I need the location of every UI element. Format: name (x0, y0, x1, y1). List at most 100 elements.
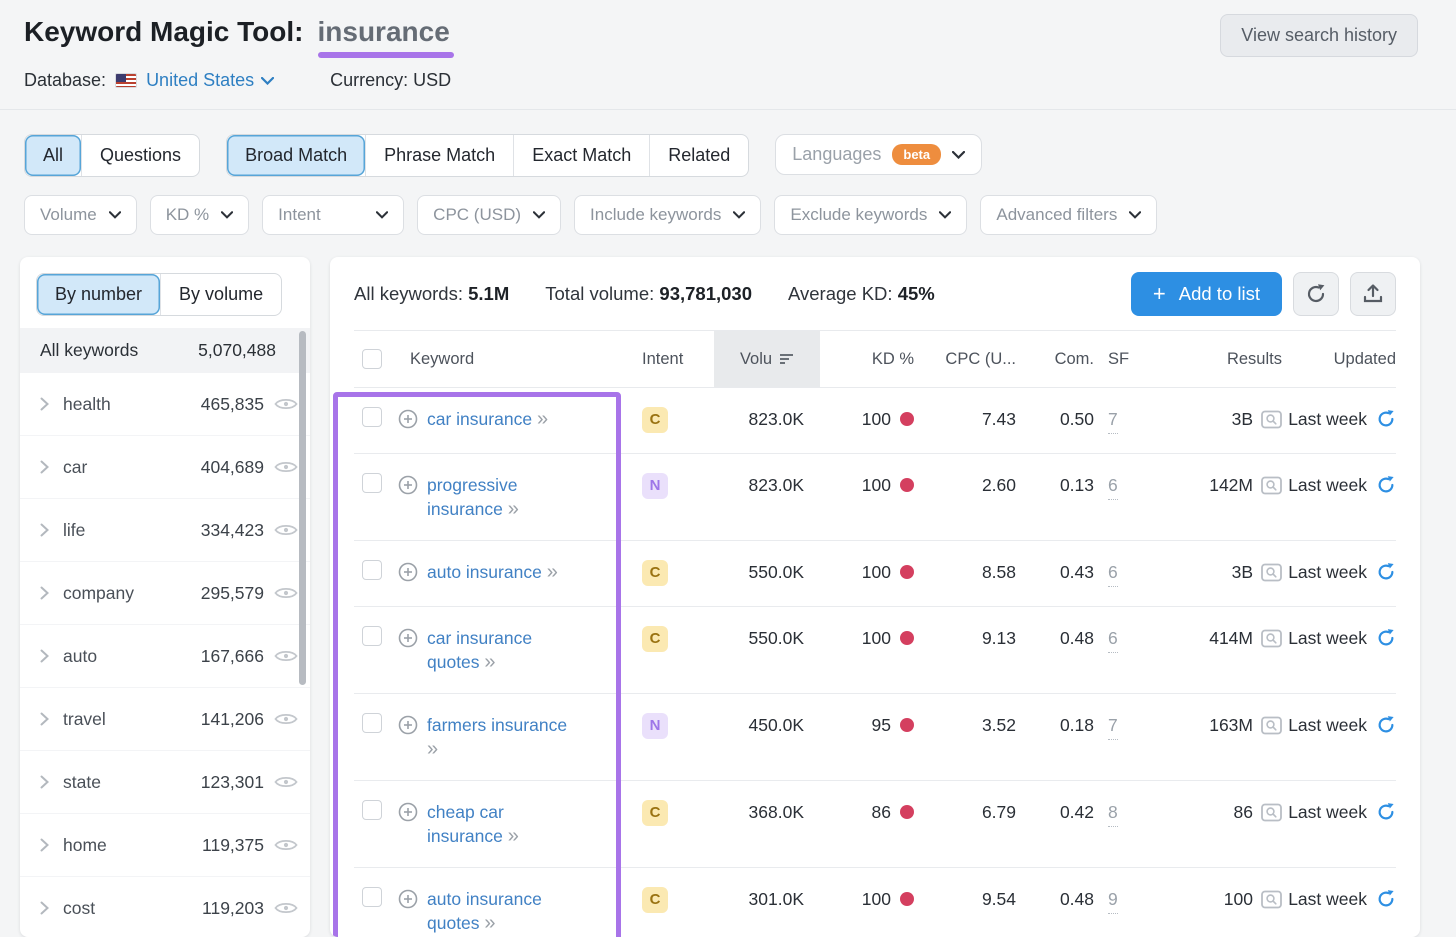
refresh-metrics-icon[interactable] (1376, 475, 1396, 495)
add-keyword-icon[interactable] (398, 409, 418, 431)
row-checkbox[interactable] (362, 800, 382, 820)
filter-cpc[interactable]: CPC (USD) (417, 195, 562, 235)
chevron-right-icon[interactable] (40, 460, 49, 474)
keyword-link[interactable]: progressive insurance (427, 475, 517, 519)
sidebar-item-life[interactable]: life 334,423 (20, 499, 310, 562)
sf-value[interactable]: 6 (1108, 626, 1118, 653)
serp-preview-icon[interactable] (1261, 716, 1282, 735)
refresh-metrics-icon[interactable] (1376, 562, 1396, 582)
chevron-right-icon[interactable] (40, 712, 49, 726)
expand-keyword-icon[interactable]: » (508, 825, 519, 847)
tab-questions[interactable]: Questions (81, 135, 199, 176)
col-volume-sorted[interactable]: Volu (714, 331, 820, 387)
expand-keyword-icon[interactable]: » (484, 912, 495, 934)
toggle-by-number[interactable]: By number (37, 274, 161, 315)
sidebar-item-state[interactable]: state 123,301 (20, 751, 310, 814)
database-selector[interactable]: United States (146, 70, 275, 91)
eye-icon[interactable] (274, 585, 298, 601)
add-keyword-icon[interactable] (398, 715, 418, 761)
add-keyword-icon[interactable] (398, 889, 418, 935)
row-checkbox[interactable] (362, 473, 382, 493)
chevron-right-icon[interactable] (40, 397, 49, 411)
add-keyword-icon[interactable] (398, 562, 418, 584)
chevron-right-icon[interactable] (40, 838, 49, 852)
tab-phrase-match[interactable]: Phrase Match (365, 135, 513, 176)
add-keyword-icon[interactable] (398, 628, 418, 674)
filter-intent[interactable]: Intent (262, 195, 405, 235)
chevron-right-icon[interactable] (40, 586, 49, 600)
eye-icon[interactable] (274, 522, 298, 538)
serp-preview-icon[interactable] (1261, 410, 1282, 429)
row-checkbox[interactable] (362, 626, 382, 646)
export-button[interactable] (1350, 272, 1396, 316)
sidebar-item-travel[interactable]: travel 141,206 (20, 688, 310, 751)
refresh-metrics-icon[interactable] (1376, 409, 1396, 429)
eye-icon[interactable] (274, 837, 298, 853)
chevron-right-icon[interactable] (40, 649, 49, 663)
eye-icon[interactable] (274, 774, 298, 790)
filter-advanced[interactable]: Advanced filters (980, 195, 1158, 235)
refresh-metrics-icon[interactable] (1376, 628, 1396, 648)
eye-icon[interactable] (274, 900, 298, 916)
sf-value[interactable]: 6 (1108, 560, 1118, 587)
sidebar-scrollbar[interactable] (299, 331, 306, 685)
eye-icon[interactable] (274, 396, 298, 412)
sidebar-item-company[interactable]: company 295,579 (20, 562, 310, 625)
col-results[interactable]: Results (1227, 350, 1282, 369)
tab-related[interactable]: Related (649, 135, 748, 176)
chevron-right-icon[interactable] (40, 523, 49, 537)
sf-value[interactable]: 8 (1108, 800, 1118, 827)
eye-icon[interactable] (274, 648, 298, 664)
col-updated[interactable]: Updated (1334, 350, 1396, 369)
view-search-history-button[interactable]: View search history (1220, 14, 1418, 57)
add-keyword-icon[interactable] (398, 475, 418, 521)
serp-preview-icon[interactable] (1261, 629, 1282, 648)
keyword-link[interactable]: car insurance quotes (427, 628, 532, 672)
chevron-right-icon[interactable] (40, 901, 49, 915)
eye-icon[interactable] (274, 459, 298, 475)
col-kd[interactable]: KD % (872, 350, 914, 369)
row-checkbox[interactable] (362, 713, 382, 733)
sidebar-item-auto[interactable]: auto 167,666 (20, 625, 310, 688)
filter-volume[interactable]: Volume (24, 195, 137, 235)
sidebar-item-all-keywords[interactable]: All keywords 5,070,488 (20, 328, 310, 373)
filter-include-keywords[interactable]: Include keywords (574, 195, 762, 235)
refresh-metrics-icon[interactable] (1376, 889, 1396, 909)
keyword-link[interactable]: farmers insurance (427, 715, 567, 735)
refresh-metrics-icon[interactable] (1376, 802, 1396, 822)
sf-value[interactable]: 7 (1108, 713, 1118, 740)
add-to-list-button[interactable]: + Add to list (1130, 272, 1282, 316)
sidebar-item-car[interactable]: car 404,689 (20, 436, 310, 499)
tab-all[interactable]: All (25, 135, 82, 176)
expand-keyword-icon[interactable]: » (508, 498, 519, 520)
expand-keyword-icon[interactable]: » (547, 561, 558, 583)
row-checkbox[interactable] (362, 887, 382, 907)
row-checkbox[interactable] (362, 407, 382, 427)
expand-keyword-icon[interactable]: » (537, 408, 548, 430)
serp-preview-icon[interactable] (1261, 476, 1282, 495)
col-cpc[interactable]: CPC (U... (945, 350, 1016, 369)
expand-keyword-icon[interactable]: » (484, 651, 495, 673)
select-all-checkbox[interactable] (362, 349, 382, 369)
serp-preview-icon[interactable] (1261, 803, 1282, 822)
col-sf[interactable]: SF (1108, 350, 1129, 369)
sidebar-item-cost[interactable]: cost 119,203 (20, 877, 310, 937)
sidebar-item-home[interactable]: home 119,375 (20, 814, 310, 877)
sf-value[interactable]: 6 (1108, 473, 1118, 500)
tab-broad-match[interactable]: Broad Match (227, 135, 366, 176)
filter-kd[interactable]: KD % (149, 195, 250, 235)
refresh-all-button[interactable] (1293, 272, 1339, 316)
expand-keyword-icon[interactable]: » (427, 738, 438, 760)
sf-value[interactable]: 7 (1108, 407, 1118, 434)
eye-icon[interactable] (274, 711, 298, 727)
refresh-metrics-icon[interactable] (1376, 715, 1396, 735)
sf-value[interactable]: 9 (1108, 887, 1118, 914)
keyword-link[interactable]: auto insurance (427, 562, 542, 582)
toggle-by-volume[interactable]: By volume (160, 274, 281, 315)
serp-preview-icon[interactable] (1261, 563, 1282, 582)
filter-exclude-keywords[interactable]: Exclude keywords (774, 195, 968, 235)
languages-dropdown[interactable]: Languages beta (775, 134, 983, 175)
keyword-link[interactable]: cheap car insurance (427, 802, 504, 846)
add-keyword-icon[interactable] (398, 802, 418, 848)
chevron-right-icon[interactable] (40, 775, 49, 789)
